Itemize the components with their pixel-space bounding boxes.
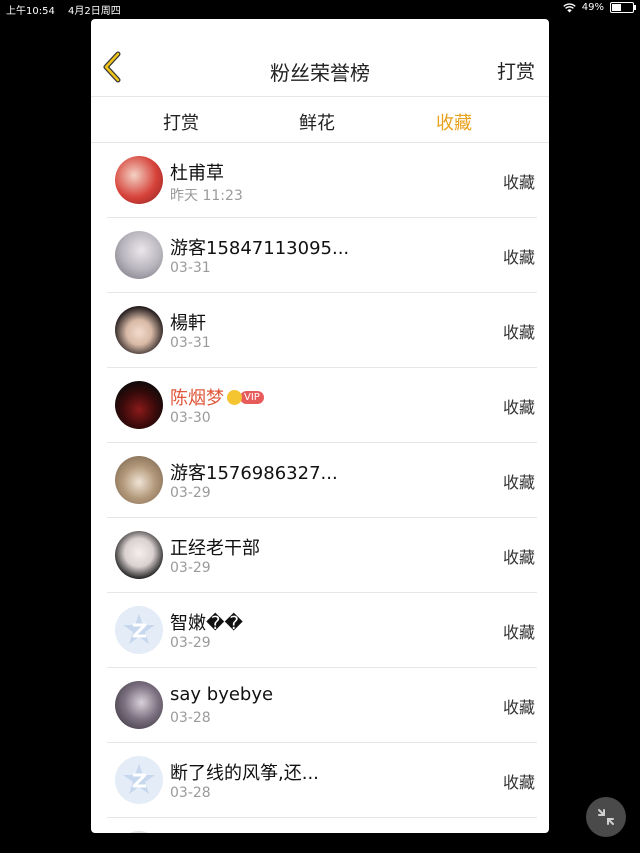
- favorite-date: 昨天 11:23: [170, 188, 243, 204]
- list-item[interactable]: 楊軒 03-31 收藏: [107, 293, 537, 368]
- user-name-text: 陈烟梦: [170, 388, 224, 409]
- user-name: 杜甫草: [170, 163, 224, 184]
- tab-bar: 打赏 鲜花 收藏: [91, 97, 549, 143]
- battery-icon: [610, 2, 636, 13]
- favorite-button[interactable]: 收藏: [503, 169, 535, 193]
- favorite-button[interactable]: 收藏: [503, 619, 535, 643]
- favorites-list: 杜甫草 昨天 11:23 收藏 游客15847113095... 03-31 收…: [91, 143, 549, 833]
- favorite-date: 03-29: [170, 485, 211, 501]
- list-item[interactable]: say byebye 03-28 收藏: [107, 668, 537, 743]
- list-item[interactable]: 陈烟梦 VIP 03-30 收藏: [107, 368, 537, 443]
- vip-badge: VIP: [227, 389, 264, 405]
- fan-honor-panel: 粉丝荣誉榜 打赏 打赏 鲜花 收藏 杜甫草 昨天 11:23 收藏 游客1584…: [91, 19, 549, 833]
- favorite-date: 03-30: [170, 410, 211, 426]
- smiley-icon: [227, 389, 242, 405]
- reward-button[interactable]: 打赏: [497, 57, 535, 84]
- tab-reward[interactable]: 打赏: [163, 109, 199, 135]
- status-bar: 上午10:54 4月2日周四 49%: [0, 0, 640, 18]
- favorite-button[interactable]: 收藏: [503, 319, 535, 343]
- panel-header: 粉丝荣誉榜 打赏: [91, 19, 549, 97]
- wifi-icon: [563, 2, 576, 12]
- avatar: [115, 306, 163, 354]
- status-date: 4月2日周四: [68, 6, 121, 17]
- list-item[interactable]: 正经老干部 03-29 收藏: [107, 518, 537, 593]
- tab-flowers[interactable]: 鲜花: [299, 109, 335, 135]
- avatar: [115, 681, 163, 729]
- user-name: 游客1576986327...: [170, 463, 338, 484]
- avatar: [115, 231, 163, 279]
- avatar: [115, 531, 163, 579]
- user-name: 楊軒: [170, 313, 206, 334]
- favorite-button[interactable]: 收藏: [503, 244, 535, 268]
- status-time: 上午10:54: [6, 6, 55, 17]
- user-name: 正经老干部: [170, 538, 260, 559]
- list-item[interactable]: [107, 818, 537, 833]
- list-item[interactable]: 断了线的风筝,还... 03-28 收藏: [107, 743, 537, 818]
- page-title: 粉丝荣誉榜: [270, 61, 370, 85]
- favorite-date: 03-28: [170, 785, 211, 801]
- favorite-date: 03-31: [170, 335, 211, 351]
- favorite-button[interactable]: 收藏: [503, 769, 535, 793]
- favorite-date: 03-31: [170, 260, 211, 276]
- exit-fullscreen-button[interactable]: [586, 797, 626, 837]
- favorite-date: 03-29: [170, 560, 211, 576]
- favorite-button[interactable]: 收藏: [503, 469, 535, 493]
- vip-label: VIP: [240, 390, 264, 404]
- list-item[interactable]: 智嫩�� 03-29 收藏: [107, 593, 537, 668]
- favorite-button[interactable]: 收藏: [503, 694, 535, 718]
- avatar: [115, 156, 163, 204]
- default-avatar-icon: [115, 756, 163, 804]
- user-name: 断了线的风筝,还...: [170, 763, 319, 784]
- user-name: 陈烟梦 VIP: [170, 384, 264, 410]
- collapse-icon: [598, 809, 614, 825]
- favorite-date: 03-28: [170, 710, 211, 726]
- favorite-button[interactable]: 收藏: [503, 394, 535, 418]
- list-item[interactable]: 游客15847113095... 03-31 收藏: [107, 218, 537, 293]
- avatar: [115, 456, 163, 504]
- favorite-date: 03-29: [170, 635, 211, 651]
- avatar: [115, 831, 163, 833]
- tab-favorites[interactable]: 收藏: [436, 109, 472, 135]
- list-item[interactable]: 游客1576986327... 03-29 收藏: [107, 443, 537, 518]
- default-avatar-icon: [115, 606, 163, 654]
- avatar: [115, 381, 163, 429]
- favorite-button[interactable]: 收藏: [503, 544, 535, 568]
- list-item[interactable]: 杜甫草 昨天 11:23 收藏: [107, 143, 537, 218]
- battery-percent: 49%: [581, 2, 604, 13]
- user-name: 游客15847113095...: [170, 238, 350, 259]
- user-name: say byebye: [170, 684, 274, 705]
- user-name: 智嫩��: [170, 613, 243, 634]
